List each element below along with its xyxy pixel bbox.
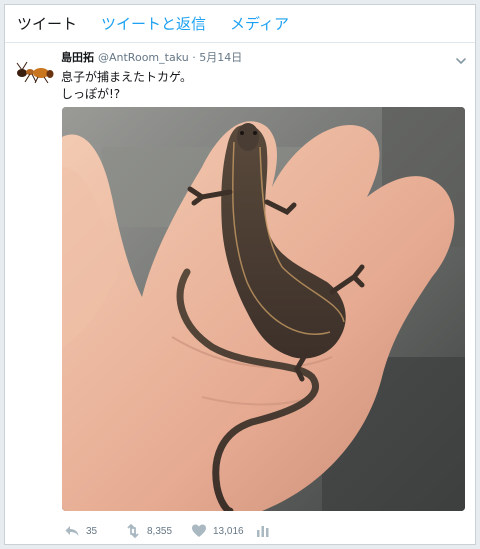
- reply-button[interactable]: 35: [64, 520, 97, 542]
- tab-tweets[interactable]: ツイート: [17, 14, 77, 34]
- tweet-actions: 35 8,355 13,016: [61, 520, 465, 542]
- reply-count: 35: [86, 525, 98, 537]
- author-handle[interactable]: @AntRoom_taku: [98, 51, 189, 64]
- tab-media[interactable]: メディア: [230, 14, 289, 34]
- header-separator: ·: [192, 51, 196, 64]
- tweet-text: 息子が捕まえたトカゲ。 しっぽが!?: [61, 69, 192, 103]
- tweet-text-line: 息子が捕まえたトカゲ。: [61, 70, 193, 84]
- chevron-down-icon[interactable]: [455, 52, 467, 64]
- retweet-icon: [125, 523, 141, 539]
- tweet-photo[interactable]: [62, 107, 465, 511]
- like-button[interactable]: 13,016: [191, 520, 244, 542]
- profile-tabs: ツイート ツイートと返信 メディア: [5, 5, 475, 43]
- ant-avatar[interactable]: [16, 60, 54, 84]
- retweet-button[interactable]: 8,355: [125, 520, 172, 542]
- author-name[interactable]: 島田拓: [61, 51, 94, 64]
- tweet-text-line: しっぽが!?: [61, 87, 121, 101]
- tweet-header: 島田拓 @AntRoom_taku · 5月14日: [61, 50, 242, 66]
- tweet-analytics-button[interactable]: [255, 520, 271, 542]
- profile-timeline-panel: ツイート ツイートと返信 メディア 島田拓 @AntRoom_taku · 5月1…: [4, 4, 476, 545]
- tab-tweets-and-replies[interactable]: ツイートと返信: [101, 14, 206, 34]
- heart-icon: [191, 523, 207, 539]
- retweet-count: 8,355: [147, 525, 173, 537]
- analytics-icon: [255, 523, 271, 539]
- like-count: 13,016: [213, 525, 244, 537]
- tweet[interactable]: 島田拓 @AntRoom_taku · 5月14日 息子が捕まえたトカゲ。 しっぽ…: [5, 44, 475, 544]
- reply-icon: [64, 523, 80, 539]
- tweet-date[interactable]: 5月14日: [199, 51, 242, 64]
